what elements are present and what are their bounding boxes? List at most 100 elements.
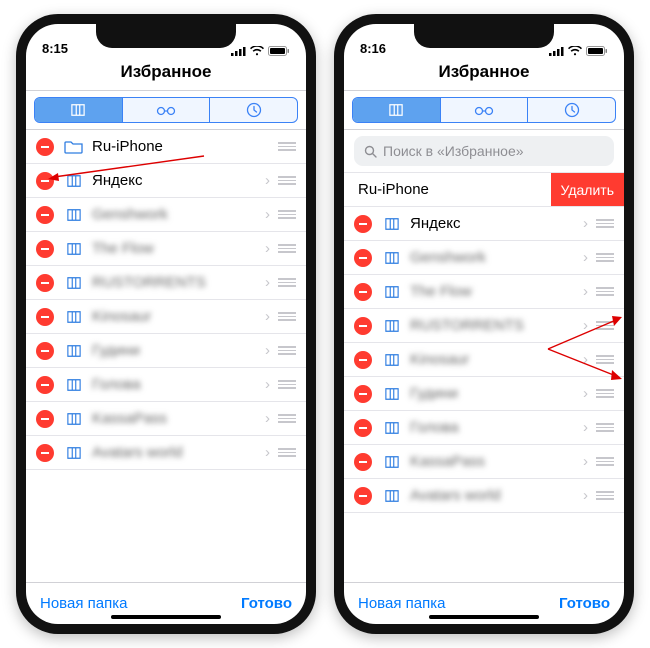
- tab-history[interactable]: [209, 98, 297, 122]
- signal-icon: [549, 46, 564, 56]
- tab-bookmarks[interactable]: [353, 98, 440, 122]
- list-item[interactable]: The Flow›: [26, 232, 306, 266]
- list-item[interactable]: Genshwork›: [26, 198, 306, 232]
- reorder-handle-icon[interactable]: [596, 355, 614, 364]
- chevron-right-icon: ›: [583, 453, 588, 470]
- reorder-handle-icon[interactable]: [596, 287, 614, 296]
- list-item[interactable]: KassaPass›: [344, 445, 624, 479]
- done-button[interactable]: Готово: [241, 595, 292, 612]
- chevron-right-icon: ›: [583, 317, 588, 334]
- delete-toggle-icon[interactable]: [354, 283, 372, 301]
- reorder-handle-icon[interactable]: [278, 210, 296, 219]
- list-item[interactable]: KassaPass›: [26, 402, 306, 436]
- list-item-label: Avatars world: [410, 487, 583, 504]
- list-item[interactable]: RUSTORRENTS›: [344, 309, 624, 343]
- status-indicators: [549, 46, 608, 56]
- delete-toggle-icon[interactable]: [354, 487, 372, 505]
- page-title: Избранное: [26, 62, 306, 82]
- history-icon: [564, 102, 580, 118]
- chevron-right-icon: ›: [265, 308, 270, 325]
- search-placeholder: Поиск в «Избранное»: [383, 143, 524, 159]
- list-item[interactable]: Ru-iPhone: [26, 130, 306, 164]
- chevron-right-icon: ›: [265, 410, 270, 427]
- list-item[interactable]: The Flow›: [344, 275, 624, 309]
- tab-bookmarks[interactable]: [35, 98, 122, 122]
- list-item[interactable]: Genshwork›: [344, 241, 624, 275]
- chevron-right-icon: ›: [265, 376, 270, 393]
- list-item[interactable]: Kinosaur›: [26, 300, 306, 334]
- bookmark-icon: [64, 172, 84, 190]
- reorder-handle-icon[interactable]: [596, 219, 614, 228]
- list-item-label: Яндекс: [410, 215, 583, 232]
- delete-toggle-icon[interactable]: [354, 249, 372, 267]
- delete-toggle-icon[interactable]: [354, 317, 372, 335]
- reorder-handle-icon[interactable]: [596, 457, 614, 466]
- list-item[interactable]: Яндекс›: [26, 164, 306, 198]
- screen-right: 8:16 Избранное: [344, 24, 624, 624]
- delete-toggle-icon[interactable]: [36, 274, 54, 292]
- home-indicator[interactable]: [429, 615, 539, 619]
- reorder-handle-icon[interactable]: [278, 312, 296, 321]
- bookmark-icon: [64, 240, 84, 258]
- list-item[interactable]: Яндекс›: [344, 207, 624, 241]
- list-item[interactable]: Гудини›: [26, 334, 306, 368]
- reorder-handle-icon[interactable]: [278, 244, 296, 253]
- list-item-label: Genshwork: [410, 249, 583, 266]
- list-item-label: Яндекс: [92, 172, 265, 189]
- list-item[interactable]: RUSTORRENTS›: [26, 266, 306, 300]
- done-button[interactable]: Готово: [559, 595, 610, 612]
- delete-toggle-icon[interactable]: [354, 453, 372, 471]
- reorder-handle-icon[interactable]: [278, 414, 296, 423]
- reorder-handle-icon[interactable]: [596, 321, 614, 330]
- status-time: 8:15: [42, 41, 68, 56]
- new-folder-button[interactable]: Новая папка: [358, 595, 445, 612]
- list-item[interactable]: Avatars world›: [26, 436, 306, 470]
- delete-toggle-icon[interactable]: [36, 308, 54, 326]
- swiped-row[interactable]: Ru-iPhone Удалить: [344, 173, 624, 207]
- list-item-label: Kinosaur: [92, 308, 265, 325]
- delete-toggle-icon[interactable]: [354, 385, 372, 403]
- tab-reading-list[interactable]: [440, 98, 528, 122]
- battery-icon: [586, 46, 608, 56]
- status-indicators: [231, 46, 290, 56]
- delete-toggle-icon[interactable]: [354, 419, 372, 437]
- list-item[interactable]: Гудини›: [344, 377, 624, 411]
- delete-button[interactable]: Удалить: [551, 173, 624, 206]
- chevron-right-icon: ›: [583, 487, 588, 504]
- new-folder-button[interactable]: Новая папка: [40, 595, 127, 612]
- delete-toggle-icon[interactable]: [354, 351, 372, 369]
- list-item[interactable]: Голова›: [26, 368, 306, 402]
- search-input[interactable]: Поиск в «Избранное»: [354, 136, 614, 166]
- chevron-right-icon: ›: [265, 342, 270, 359]
- bookmark-icon: [64, 206, 84, 224]
- list-item-label: Голова: [92, 376, 265, 393]
- reorder-handle-icon[interactable]: [596, 491, 614, 500]
- list-item[interactable]: Kinosaur›: [344, 343, 624, 377]
- list-item[interactable]: Avatars world›: [344, 479, 624, 513]
- reorder-handle-icon[interactable]: [278, 142, 296, 151]
- reorder-handle-icon[interactable]: [278, 448, 296, 457]
- reorder-handle-icon[interactable]: [596, 389, 614, 398]
- delete-toggle-icon[interactable]: [36, 376, 54, 394]
- page-title: Избранное: [344, 62, 624, 82]
- bookmark-list: Яндекс›Genshwork›The Flow›RUSTORRENTS›Ki…: [344, 207, 624, 582]
- reorder-handle-icon[interactable]: [278, 176, 296, 185]
- reorder-handle-icon[interactable]: [596, 253, 614, 262]
- delete-toggle-icon[interactable]: [36, 410, 54, 428]
- reorder-handle-icon[interactable]: [278, 346, 296, 355]
- tab-reading-list[interactable]: [122, 98, 210, 122]
- reorder-handle-icon[interactable]: [278, 278, 296, 287]
- delete-toggle-icon[interactable]: [36, 172, 54, 190]
- delete-toggle-icon[interactable]: [36, 206, 54, 224]
- reorder-handle-icon[interactable]: [596, 423, 614, 432]
- tab-history[interactable]: [527, 98, 615, 122]
- delete-toggle-icon[interactable]: [36, 138, 54, 156]
- screen-left: 8:15 Избранное Ru-iP: [26, 24, 306, 624]
- reorder-handle-icon[interactable]: [278, 380, 296, 389]
- delete-toggle-icon[interactable]: [36, 240, 54, 258]
- delete-toggle-icon[interactable]: [36, 444, 54, 462]
- list-item[interactable]: Голова›: [344, 411, 624, 445]
- delete-toggle-icon[interactable]: [354, 215, 372, 233]
- home-indicator[interactable]: [111, 615, 221, 619]
- delete-toggle-icon[interactable]: [36, 342, 54, 360]
